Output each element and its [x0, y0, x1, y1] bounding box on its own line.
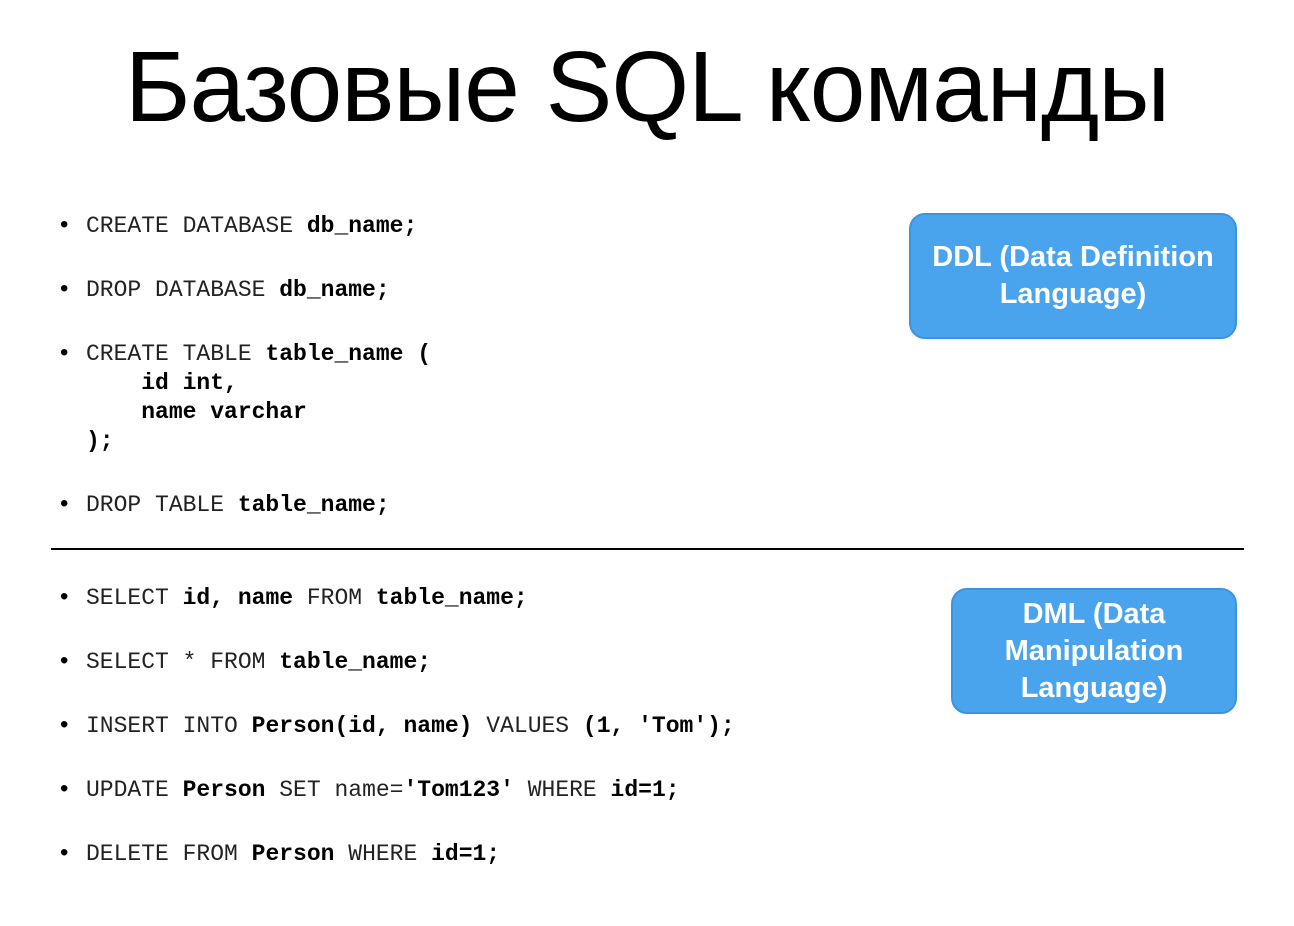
code-keyword: FROM — [293, 585, 376, 611]
code-keyword: UPDATE — [86, 777, 183, 803]
ddl-item-drop-database: • DROP DATABASE db_name; — [60, 274, 390, 305]
bullet-icon: • — [60, 583, 69, 610]
code-identifier: id, name — [182, 585, 294, 611]
bullet-icon: • — [60, 711, 69, 738]
code-continuation-line: id int, — [60, 369, 431, 398]
bullet-icon: • — [60, 490, 69, 517]
code-keyword: INSERT INTO — [86, 713, 252, 739]
dml-label-badge: DML (Data Manipulation Language) — [951, 588, 1237, 714]
code-keyword: DROP DATABASE — [86, 277, 280, 303]
code-identifier: Person — [251, 841, 335, 867]
code-identifier: Person(id, name) — [251, 713, 473, 739]
bullet-icon: • — [60, 211, 69, 238]
code-keyword: WHERE — [513, 777, 611, 803]
section-divider — [51, 548, 1244, 550]
ddl-item-create-database: • CREATE DATABASE db_name; — [60, 210, 417, 241]
dml-item-select-columns: • SELECT id, name FROM table_name; — [60, 582, 528, 613]
code-keyword: DROP TABLE — [86, 492, 238, 518]
code-keyword: CREATE TABLE — [86, 341, 266, 367]
code-identifier: (1, 'Tom'); — [582, 713, 735, 739]
code-keyword: VALUES — [472, 713, 583, 739]
dml-item-select-all: • SELECT * FROM table_name; — [60, 646, 431, 677]
code-identifier: db_name; — [279, 277, 390, 303]
code-identifier: id int, — [86, 370, 238, 396]
code-keyword: SET name= — [265, 777, 404, 803]
bullet-icon: • — [60, 339, 69, 366]
code-identifier: db_name; — [306, 213, 418, 239]
slide-title: Базовые SQL команды — [124, 31, 1170, 143]
code-identifier: 'Tom123' — [403, 777, 514, 803]
dml-item-delete: • DELETE FROM Person WHERE id=1; — [60, 838, 500, 869]
code-identifier: table_name; — [237, 492, 390, 518]
bullet-icon: • — [60, 775, 69, 802]
code-identifier: id=1; — [431, 841, 501, 867]
code-keyword: SELECT * FROM — [86, 649, 280, 675]
code-keyword: DELETE FROM — [86, 841, 252, 867]
code-identifier: Person — [182, 777, 266, 803]
code-identifier: ); — [86, 428, 114, 454]
code-continuation-line: ); — [60, 427, 431, 456]
code-keyword: SELECT — [86, 585, 183, 611]
code-identifier: name varchar — [86, 399, 307, 425]
code-continuation-line: name varchar — [60, 398, 431, 427]
code-keyword: WHERE — [334, 841, 432, 867]
ddl-label-badge: DDL (Data Definition Language) — [909, 213, 1237, 339]
ddl-item-drop-table: • DROP TABLE table_name; — [60, 489, 390, 520]
code-keyword: CREATE DATABASE — [86, 213, 307, 239]
code-identifier: table_name; — [375, 585, 528, 611]
bullet-icon: • — [60, 275, 69, 302]
code-identifier: table_name ( — [265, 341, 432, 367]
dml-item-insert: • INSERT INTO Person(id, name) VALUES (1,… — [60, 710, 735, 741]
code-identifier: id=1; — [610, 777, 680, 803]
bullet-icon: • — [60, 647, 69, 674]
code-identifier: table_name; — [279, 649, 432, 675]
bullet-icon: • — [60, 839, 69, 866]
dml-item-update: • UPDATE Person SET name='Tom123' WHERE i… — [60, 774, 680, 805]
ddl-item-create-table: • CREATE TABLE table_name ( id int, name … — [60, 338, 431, 456]
